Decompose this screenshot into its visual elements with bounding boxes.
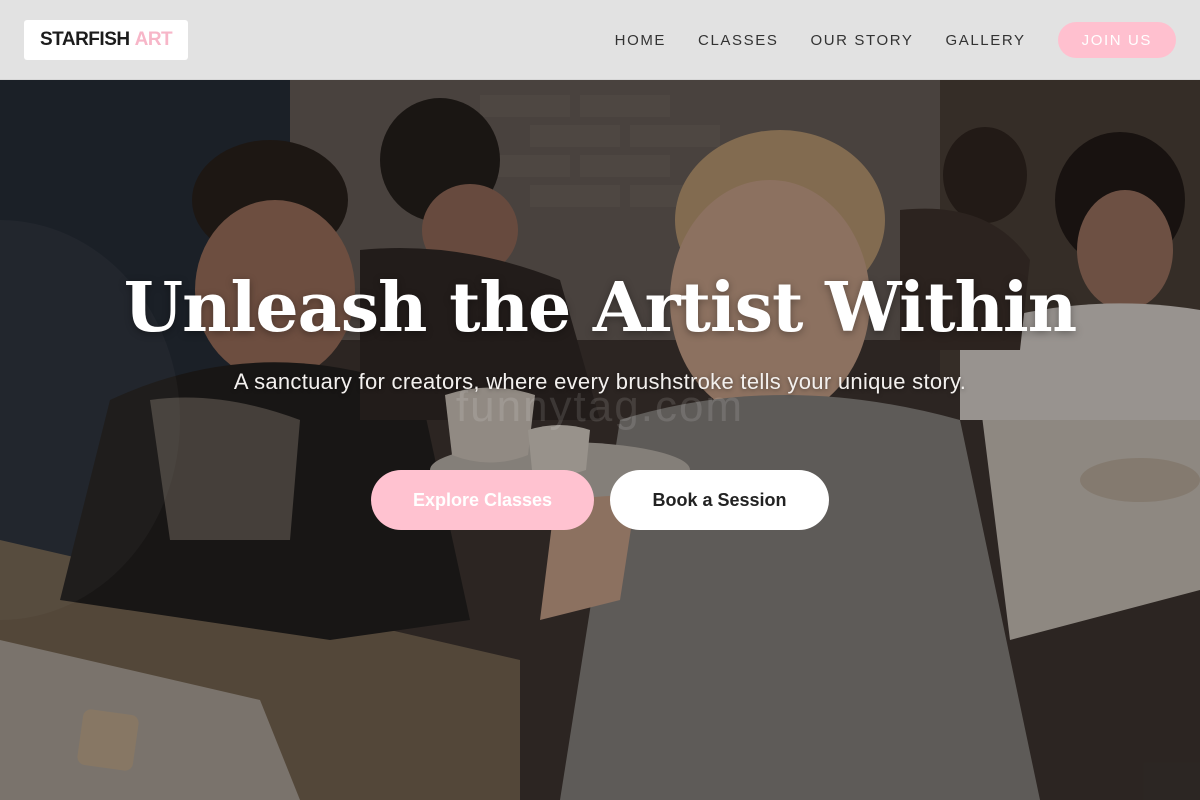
site-header: STARFISH ART HOME CLASSES OUR STORY GALL…	[0, 0, 1200, 80]
nav-item-gallery[interactable]: GALLERY	[945, 32, 1025, 49]
hero-title: Unleash the Artist Within	[123, 268, 1077, 348]
nav-item-home[interactable]: HOME	[615, 32, 666, 49]
brand-name-primary: STARFISH	[40, 29, 130, 50]
nav-item-our-story[interactable]: OUR STORY	[810, 32, 913, 49]
brand-name-accent: ART	[134, 29, 173, 50]
hero-overlay	[0, 0, 1200, 800]
nav-item-classes[interactable]: CLASSES	[698, 32, 778, 49]
hero-subtitle: A sanctuary for creators, where every br…	[233, 369, 967, 394]
book-session-button[interactable]: Book a Session	[610, 470, 829, 530]
main-nav: HOME CLASSES OUR STORY GALLERY JOIN US	[615, 0, 1176, 80]
brand-logo[interactable]: STARFISH ART	[24, 20, 189, 60]
join-us-button[interactable]: JOIN US	[1057, 22, 1176, 58]
hero-section: funnytag.com Unleash the Artist Within A…	[0, 0, 1200, 800]
explore-classes-button[interactable]: Explore Classes	[371, 470, 594, 530]
